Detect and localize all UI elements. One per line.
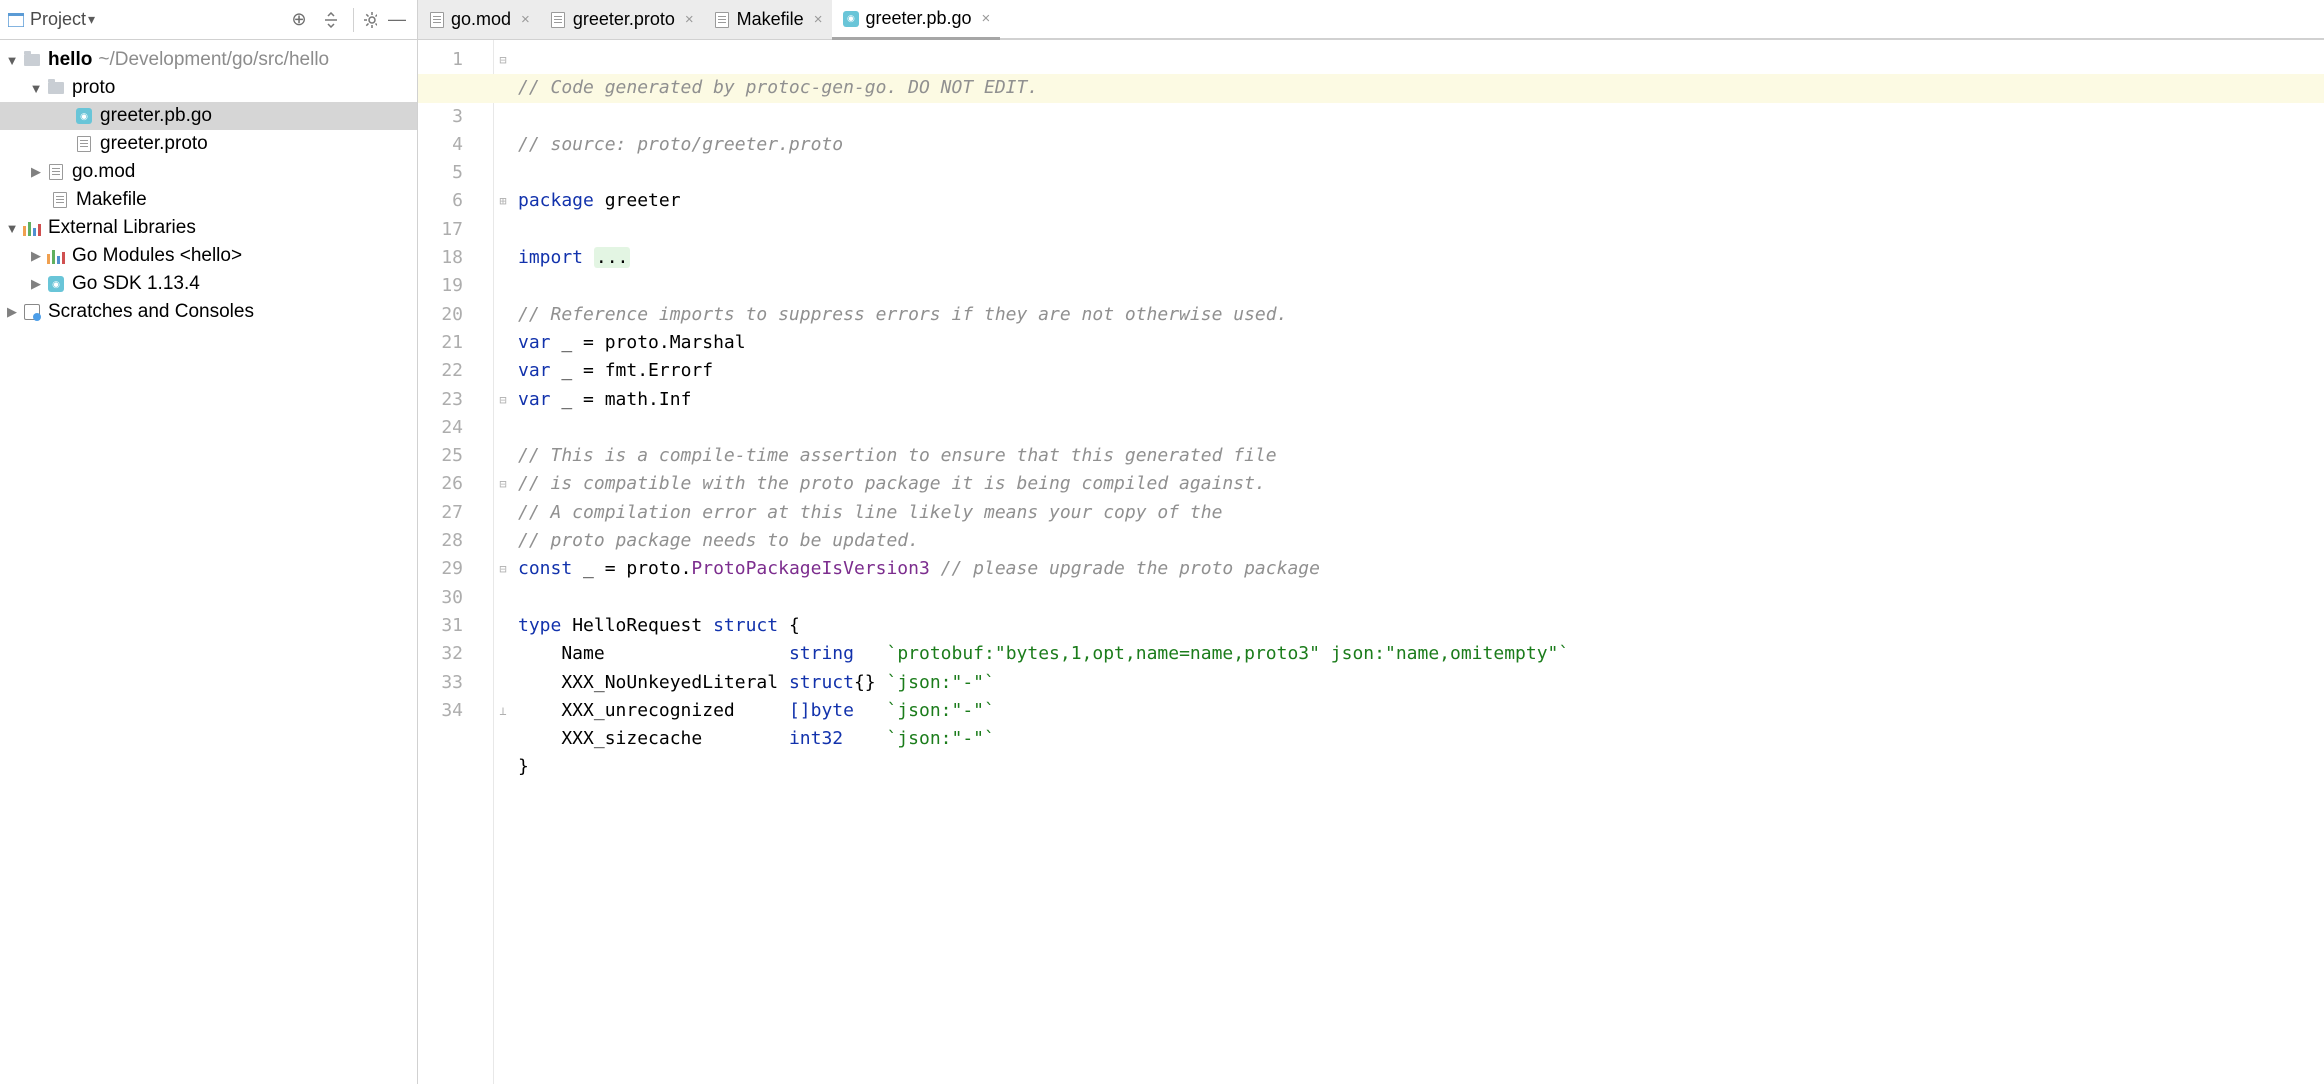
tree-folder-proto[interactable]: ▼proto bbox=[0, 74, 417, 102]
library-icon bbox=[46, 246, 66, 266]
editor-tabs: go.mod× greeter.proto× Makefile× greeter… bbox=[418, 0, 2324, 40]
folder-icon bbox=[46, 78, 66, 98]
tree-go-modules[interactable]: ▶Go Modules <hello> bbox=[0, 242, 417, 270]
code-editor[interactable]: 1234561718192021222324252627282930313233… bbox=[418, 40, 2324, 1084]
project-view-icon bbox=[8, 12, 24, 28]
hide-panel-icon[interactable]: — bbox=[385, 8, 409, 32]
tree-go-sdk[interactable]: ▶Go SDK 1.13.4 bbox=[0, 270, 417, 298]
tree-file-makefile[interactable]: Makefile bbox=[0, 186, 417, 214]
file-icon bbox=[714, 11, 731, 28]
tree-scratches[interactable]: ▶Scratches and Consoles bbox=[0, 298, 417, 326]
file-icon bbox=[74, 134, 94, 154]
tree-file-greeter-proto[interactable]: greeter.proto bbox=[0, 130, 417, 158]
line-number-gutter: 1234561718192021222324252627282930313233… bbox=[418, 40, 494, 1084]
library-icon bbox=[22, 218, 42, 238]
file-icon bbox=[550, 11, 567, 28]
project-tree: ▼hello~/Development/go/src/hello ▼proto … bbox=[0, 40, 417, 1084]
folder-icon bbox=[22, 50, 42, 70]
scratches-icon bbox=[22, 302, 42, 322]
file-icon bbox=[50, 190, 70, 210]
fold-gutter[interactable]: ⊟ ⊞ ⊟ ⊟ ⊟ ⊥ bbox=[494, 40, 512, 1084]
file-icon bbox=[428, 11, 445, 28]
code-content[interactable]: // Code generated by protoc-gen-go. DO N… bbox=[512, 40, 2324, 1084]
tree-root-hello[interactable]: ▼hello~/Development/go/src/hello bbox=[0, 46, 417, 74]
sidebar-dropdown-icon[interactable]: ▾ bbox=[88, 11, 95, 28]
go-sdk-icon bbox=[46, 274, 66, 294]
tab-greeter-pb-go[interactable]: greeter.pb.go× bbox=[832, 0, 1000, 40]
tab-go-mod[interactable]: go.mod× bbox=[418, 0, 540, 39]
collapse-all-icon[interactable] bbox=[319, 8, 343, 32]
sidebar-header: Project ▾ ⊕ — bbox=[0, 0, 417, 40]
file-icon bbox=[46, 162, 66, 182]
tab-greeter-proto[interactable]: greeter.proto× bbox=[540, 0, 704, 39]
close-icon[interactable]: × bbox=[982, 10, 991, 27]
sidebar-title[interactable]: Project bbox=[30, 9, 86, 30]
close-icon[interactable]: × bbox=[521, 11, 530, 28]
settings-gear-icon[interactable] bbox=[353, 8, 377, 32]
locate-target-icon[interactable]: ⊕ bbox=[287, 8, 311, 32]
go-file-icon bbox=[842, 10, 859, 27]
tree-file-go-mod[interactable]: ▶go.mod bbox=[0, 158, 417, 186]
close-icon[interactable]: × bbox=[814, 11, 823, 28]
project-sidebar: Project ▾ ⊕ — ▼hello~/Development/go/src… bbox=[0, 0, 418, 1084]
close-icon[interactable]: × bbox=[685, 11, 694, 28]
editor-pane: go.mod× greeter.proto× Makefile× greeter… bbox=[418, 0, 2324, 1084]
tree-file-greeter-pb-go[interactable]: greeter.pb.go bbox=[0, 102, 417, 130]
go-file-icon bbox=[74, 106, 94, 126]
tab-makefile[interactable]: Makefile× bbox=[704, 0, 833, 39]
tree-external-libraries[interactable]: ▼External Libraries bbox=[0, 214, 417, 242]
